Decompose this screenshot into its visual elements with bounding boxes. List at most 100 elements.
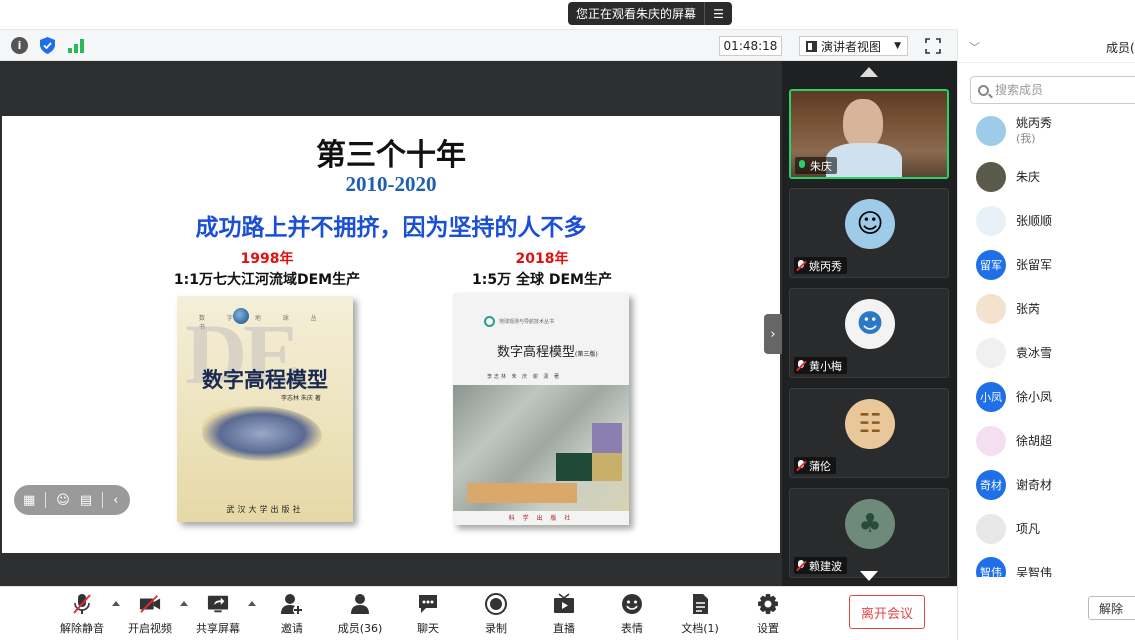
top-bar: 您正在观看朱庆的屏幕 ☰ [0, 0, 957, 30]
search-icon [978, 84, 989, 96]
share-screen-button[interactable]: 共享屏幕 [186, 593, 250, 637]
book-cover-1998: DE 数 字 地 球 丛 书 数字高程模型 李志林 朱庆 著 武汉大学出版社 [177, 296, 353, 522]
meeting-toolbar: 解除静音 开启视频 共享屏幕 邀请 成员(36) 聊天 录制 直播 表情 文档(… [0, 586, 957, 640]
mic-icon [797, 159, 807, 172]
book-authors: 李志林 朱庆 著 [281, 395, 321, 402]
video-tile[interactable]: ☷ 蒲伦 [789, 388, 949, 478]
participant-name: 朱庆 [810, 159, 832, 173]
member-item[interactable]: 姚丙秀 (我) [976, 115, 1052, 147]
start-video-button[interactable]: 开启视频 [118, 593, 182, 637]
members-panel: ﹀ 成员(3 姚丙秀 (我) 朱庆 张顺顺 留军 张留军 张芮 [957, 30, 1135, 640]
expand-panel-icon[interactable]: › [764, 314, 782, 354]
share-options-caret-icon[interactable] [248, 601, 256, 606]
documents-button[interactable]: 文档(1) [668, 593, 732, 637]
comment-icon[interactable]: ▤ [80, 493, 92, 508]
view-mode-select[interactable]: 演讲者视图 ▼ [799, 36, 908, 56]
member-item[interactable]: 智伟 吴智伟 [976, 557, 1052, 577]
member-item[interactable]: 项凡 [976, 513, 1040, 545]
invite-button[interactable]: 邀请 [260, 593, 324, 637]
member-name: 朱庆 [1016, 170, 1041, 184]
member-self-tag: (我) [1016, 132, 1036, 145]
floating-annotation-toolbar: ▦ ☺ ▤ ‹ [14, 485, 130, 515]
emoji-icon[interactable]: ☺ [56, 493, 70, 508]
gear-icon [757, 593, 779, 615]
leave-meeting-button[interactable]: 离开会议 [849, 595, 925, 629]
member-item[interactable]: 徐胡超 [976, 425, 1052, 457]
chat-button[interactable]: 聊天 [396, 593, 460, 637]
scroll-up-icon[interactable] [860, 67, 878, 77]
member-item[interactable]: 张顺顺 [976, 205, 1052, 237]
unmute-button[interactable]: 解除静音 [50, 593, 114, 637]
reactions-button[interactable]: 表情 [600, 593, 664, 637]
document-icon [689, 593, 711, 615]
slide-subtitle: 成功路上并不拥挤，因为坚持的人不多 [195, 215, 587, 241]
members-panel-header: ﹀ 成员(3 [958, 30, 1135, 63]
book-title: 数字高程模型 [497, 345, 576, 360]
avatar [976, 338, 1006, 368]
live-button[interactable]: 直播 [532, 593, 596, 637]
participant-label: 黄小梅 [794, 357, 847, 374]
video-tile[interactable]: ☻ 黄小梅 [789, 288, 949, 378]
video-gallery: 朱庆 ☺ 姚丙秀 ☻ 黄小梅 ☷ 蒲伦 ♣ 赖建波 [782, 61, 957, 586]
member-item[interactable]: 小凤 徐小凤 [976, 381, 1052, 413]
image-tile [467, 483, 577, 503]
invite-label: 邀请 [281, 622, 303, 635]
member-item[interactable]: 奇材 谢奇材 [976, 469, 1052, 501]
book-publisher: 科 学 出 版 社 [508, 515, 574, 522]
documents-label: 文档(1) [681, 622, 719, 635]
chevron-down-icon[interactable]: ﹀ [969, 39, 980, 55]
signal-icon[interactable] [67, 37, 84, 54]
meeting-window: 您正在观看朱庆的屏幕 ☰ i 01:48:18 演讲者视图 ▼ 第三个十年 20… [0, 0, 1135, 640]
video-tile[interactable]: 朱庆 [789, 89, 949, 179]
terrain-image [202, 406, 322, 461]
left-book-caption: 1998年 1:1万七大江河流域DEM生产 [157, 248, 377, 289]
record-icon [485, 593, 507, 615]
record-button[interactable]: 录制 [464, 593, 528, 637]
divider [45, 492, 47, 508]
avatar: ☷ [845, 399, 895, 449]
search-input[interactable] [995, 83, 1115, 97]
face [843, 99, 883, 149]
scroll-down-icon[interactable] [860, 571, 878, 581]
mic-muted-icon [71, 593, 93, 615]
avatar: 奇材 [976, 470, 1006, 500]
image-tile [592, 423, 622, 453]
members-button[interactable]: 成员(36) [328, 593, 392, 637]
camera-off-icon [139, 593, 161, 615]
video-tile[interactable]: ☺ 姚丙秀 [789, 188, 949, 278]
avatar: 留军 [976, 250, 1006, 280]
share-banner-text: 您正在观看朱庆的屏幕 [576, 7, 697, 21]
member-search[interactable] [970, 76, 1135, 104]
globe-icon [233, 308, 249, 324]
avatar [976, 426, 1006, 456]
add-user-icon [281, 593, 303, 615]
shield-icon[interactable] [39, 37, 56, 54]
info-icon[interactable]: i [11, 37, 28, 54]
book-edition: (第三版) [575, 351, 598, 358]
list-icon[interactable]: ☰ [704, 2, 732, 25]
video-tile[interactable]: ♣ 赖建波 [789, 488, 949, 578]
body [826, 143, 902, 177]
unmute-label: 解除静音 [60, 622, 104, 635]
fullscreen-icon[interactable] [925, 38, 941, 54]
live-label: 直播 [553, 622, 575, 635]
screen-share-banner[interactable]: 您正在观看朱庆的屏幕 ☰ [568, 2, 732, 25]
apps-icon[interactable]: ▦ [23, 493, 35, 508]
member-item[interactable]: 袁冰雪 [976, 337, 1052, 369]
settings-button[interactable]: 设置 [736, 593, 800, 637]
avatar [976, 162, 1006, 192]
avatar: ☺ [845, 199, 895, 249]
member-item[interactable]: 张芮 [976, 293, 1040, 325]
left-year: 1998年 [240, 251, 294, 267]
member-item[interactable]: 朱庆 [976, 161, 1040, 193]
caret-down-icon: ▼ [894, 41, 901, 51]
participant-name: 黄小梅 [809, 359, 842, 373]
release-button[interactable]: 解除 [1088, 596, 1135, 620]
series-logo-icon [484, 316, 495, 327]
slide-years: 2010-2020 [345, 172, 437, 196]
book-title: 数字高程模型 [202, 368, 328, 392]
member-name: 谢奇材 [1016, 478, 1053, 492]
avatar: 小凤 [976, 382, 1006, 412]
member-item[interactable]: 留军 张留军 [976, 249, 1052, 281]
collapse-icon[interactable]: ‹ [113, 493, 118, 508]
